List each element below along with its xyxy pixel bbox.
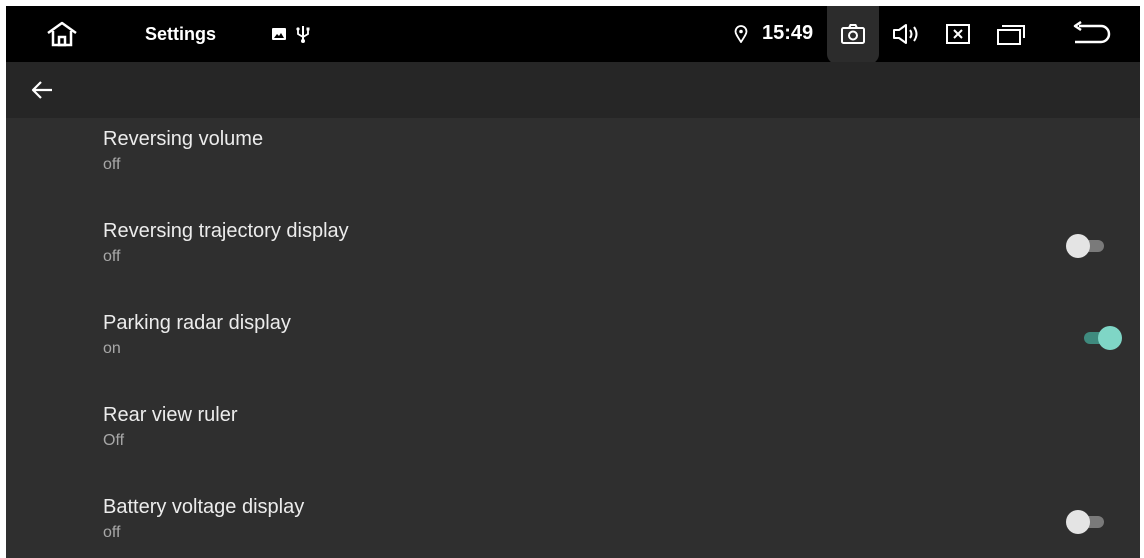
switch-thumb <box>1098 326 1122 350</box>
setting-summary: Off <box>103 432 125 449</box>
settings-screen: Settings 15:49 Reversing volume off Reve… <box>6 6 1140 558</box>
setting-summary: on <box>103 340 121 357</box>
screenshot-camera-icon[interactable] <box>839 22 867 46</box>
status-bar: Settings 15:49 <box>6 6 1140 64</box>
back-arrow-icon[interactable] <box>1068 20 1114 48</box>
screenshot-button[interactable] <box>827 6 879 64</box>
usb-icon <box>295 24 311 44</box>
setting-summary: off <box>103 524 121 541</box>
setting-battery-voltage-display[interactable]: Battery voltage display off <box>6 486 1140 558</box>
setting-reversing-volume[interactable]: Reversing volume off <box>6 118 1140 210</box>
location-icon <box>733 24 749 44</box>
image-notification-icon <box>271 26 287 42</box>
arrow-left-icon[interactable] <box>28 78 56 102</box>
setting-title: Reversing volume <box>103 128 264 150</box>
setting-summary: off <box>103 248 121 265</box>
trajectory-toggle-switch[interactable] <box>1066 232 1110 260</box>
home-icon[interactable] <box>42 18 82 50</box>
setting-reversing-trajectory-display[interactable]: Reversing trajectory display off <box>6 210 1140 302</box>
switch-thumb <box>1066 510 1090 534</box>
switch-thumb <box>1066 234 1090 258</box>
setting-title: Rear view ruler <box>103 404 238 426</box>
parking-radar-toggle-switch[interactable] <box>1078 324 1122 352</box>
recent-apps-icon[interactable] <box>994 21 1028 47</box>
setting-title: Battery voltage display <box>103 496 305 518</box>
app-title: Settings <box>145 24 217 44</box>
setting-title: Parking radar display <box>103 312 291 334</box>
clock: 15:49 <box>762 22 814 44</box>
setting-title: Reversing trajectory display <box>103 220 349 242</box>
setting-summary: off <box>103 156 121 173</box>
setting-parking-radar-display[interactable]: Parking radar display on <box>6 302 1140 394</box>
close-window-icon[interactable] <box>943 21 973 47</box>
volume-icon[interactable] <box>890 21 924 47</box>
battery-voltage-toggle-switch[interactable] <box>1066 508 1110 536</box>
setting-rear-view-ruler[interactable]: Rear view ruler Off <box>6 394 1140 486</box>
app-bar <box>6 62 1140 118</box>
